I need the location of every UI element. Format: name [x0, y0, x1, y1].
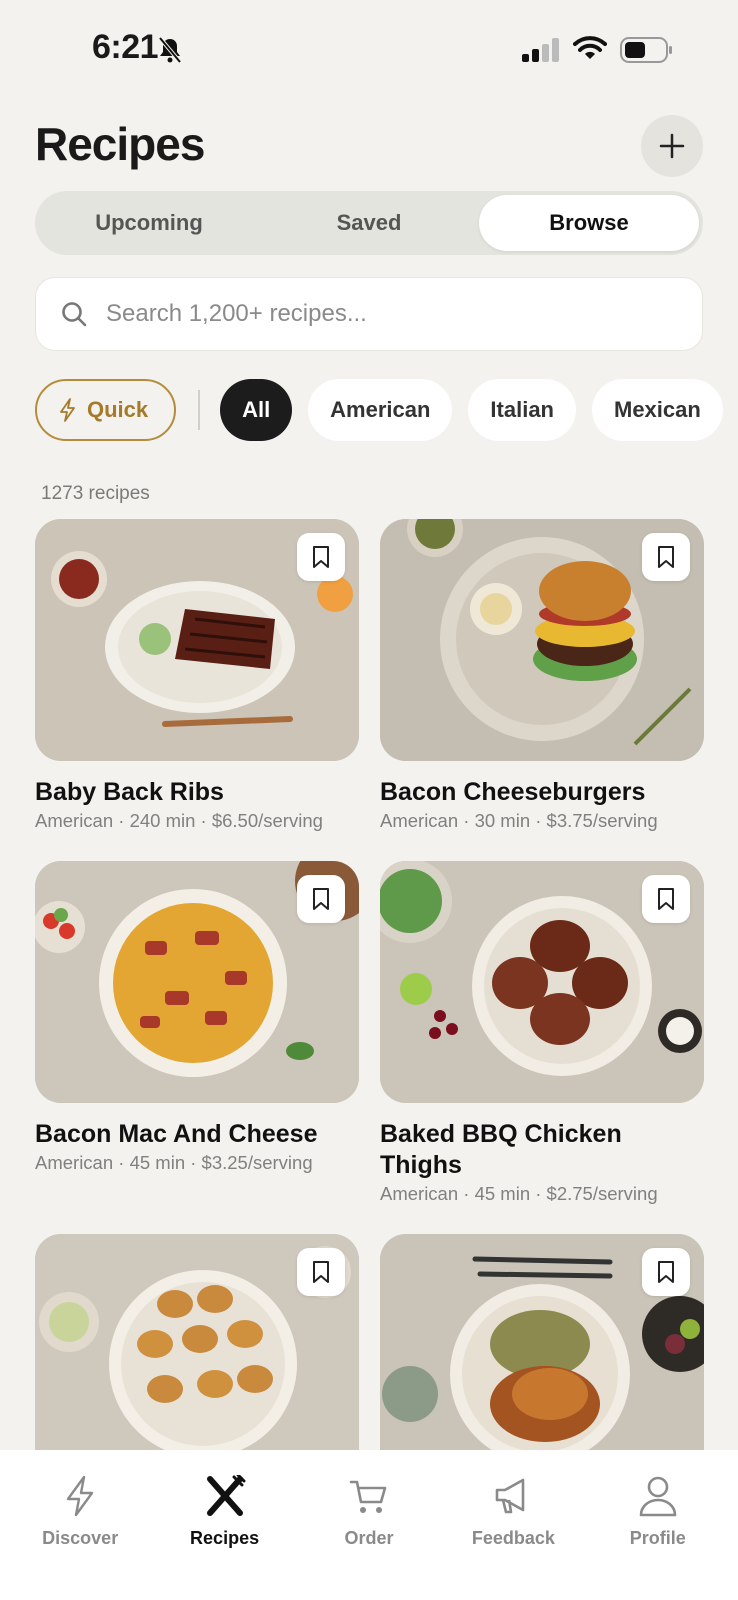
recipe-count: 1273 recipes	[41, 483, 150, 504]
nav-item-discover[interactable]: Discover	[15, 1472, 145, 1600]
recipe-title: Bacon Mac And Cheese	[35, 1120, 318, 1148]
recipe-card[interactable]: Bacon Cheeseburgers American · 30 min · …	[380, 519, 704, 832]
nav-item-feedback[interactable]: Feedback	[448, 1472, 578, 1600]
bookmark-button[interactable]	[642, 875, 690, 923]
add-recipe-button[interactable]	[641, 115, 703, 177]
bookmark-button[interactable]	[297, 875, 345, 923]
lightning-icon	[60, 398, 75, 422]
tab-browse[interactable]: Browse	[479, 195, 699, 251]
bookmark-button[interactable]	[297, 533, 345, 581]
nav-label: Feedback	[471, 1528, 555, 1548]
nav-label: Discover	[42, 1528, 119, 1548]
person-icon	[638, 1472, 678, 1520]
search-icon	[62, 302, 87, 327]
recipe-meta: American · 45 min · $3.25/serving	[35, 1152, 313, 1173]
recipe-title: Bacon Cheeseburgers	[380, 778, 646, 806]
nav-item-order[interactable]: Order	[304, 1472, 434, 1600]
bottom-navigation: Discover Recipes Order Feedback Profile	[0, 1450, 738, 1600]
bell-muted-icon	[157, 36, 183, 69]
fork-knife-icon	[204, 1472, 246, 1520]
bookmark-button[interactable]	[297, 1248, 345, 1296]
lightning-icon	[64, 1472, 96, 1520]
search-input[interactable]	[106, 300, 666, 328]
chip-american[interactable]: American	[308, 379, 453, 441]
recipe-card[interactable]	[380, 1234, 704, 1476]
bookmark-icon	[313, 1261, 329, 1283]
bookmark-icon	[313, 546, 329, 568]
battery-icon	[620, 37, 674, 68]
bookmark-icon	[658, 546, 674, 568]
tab-upcoming[interactable]: Upcoming	[39, 195, 259, 251]
cellular-signal-icon	[522, 38, 562, 67]
recipe-image-bbq-chicken[interactable]	[380, 861, 704, 1103]
chip-divider	[198, 390, 201, 430]
quick-filter-label: Quick	[87, 397, 149, 422]
plus-icon	[659, 133, 685, 159]
chip-italian[interactable]: Italian	[468, 379, 576, 441]
status-time: 6:21	[92, 28, 159, 66]
recipe-meta: American · 45 min · $2.75/serving	[380, 1183, 658, 1204]
recipe-view-tabs: Upcoming Saved Browse	[35, 191, 703, 255]
bookmark-button[interactable]	[642, 533, 690, 581]
nav-label: Profile	[629, 1528, 686, 1548]
cart-icon	[349, 1472, 389, 1520]
nav-item-recipes[interactable]: Recipes	[160, 1472, 290, 1600]
nav-label: Recipes	[190, 1528, 260, 1548]
tab-saved[interactable]: Saved	[259, 195, 479, 251]
recipe-title: Baked BBQ Chicken Thighs	[380, 1120, 622, 1179]
recipe-card[interactable]: Bacon Mac And Cheese American · 45 min ·…	[35, 861, 359, 1174]
filter-chips: Quick All American Italian Mexican	[35, 379, 738, 441]
status-bar: 6:21	[0, 0, 738, 100]
nav-item-profile[interactable]: Profile	[593, 1472, 723, 1600]
chip-all[interactable]: All	[220, 379, 293, 441]
page-title: Recipes	[35, 118, 205, 170]
recipe-image-roast-chicken[interactable]	[380, 1234, 704, 1476]
bookmark-button[interactable]	[642, 1248, 690, 1296]
wifi-icon	[573, 35, 607, 66]
nav-label: Order	[344, 1528, 394, 1548]
recipe-meta: American · 30 min · $3.75/serving	[380, 810, 658, 831]
bookmark-icon	[658, 888, 674, 910]
recipe-title: Baby Back Ribs	[35, 778, 224, 806]
recipe-image-chicken-bites[interactable]	[35, 1234, 359, 1476]
recipe-card[interactable]	[35, 1234, 359, 1476]
recipe-card[interactable]: Baby Back Ribs American · 240 min · $6.5…	[35, 519, 359, 832]
quick-filter-chip[interactable]: Quick	[35, 379, 177, 441]
bookmark-icon	[313, 888, 329, 910]
chip-mexican[interactable]: Mexican	[592, 379, 723, 441]
recipe-card[interactable]: Baked BBQ Chicken Thighs American · 45 m…	[380, 861, 704, 1205]
recipe-meta: American · 240 min · $6.50/serving	[35, 810, 323, 831]
search-bar[interactable]	[35, 277, 703, 351]
megaphone-icon	[493, 1472, 533, 1520]
bookmark-icon	[658, 1261, 674, 1283]
recipe-image-ribs[interactable]	[35, 519, 359, 761]
recipe-image-mac-and-cheese[interactable]	[35, 861, 359, 1103]
recipe-image-cheeseburgers[interactable]	[380, 519, 704, 761]
